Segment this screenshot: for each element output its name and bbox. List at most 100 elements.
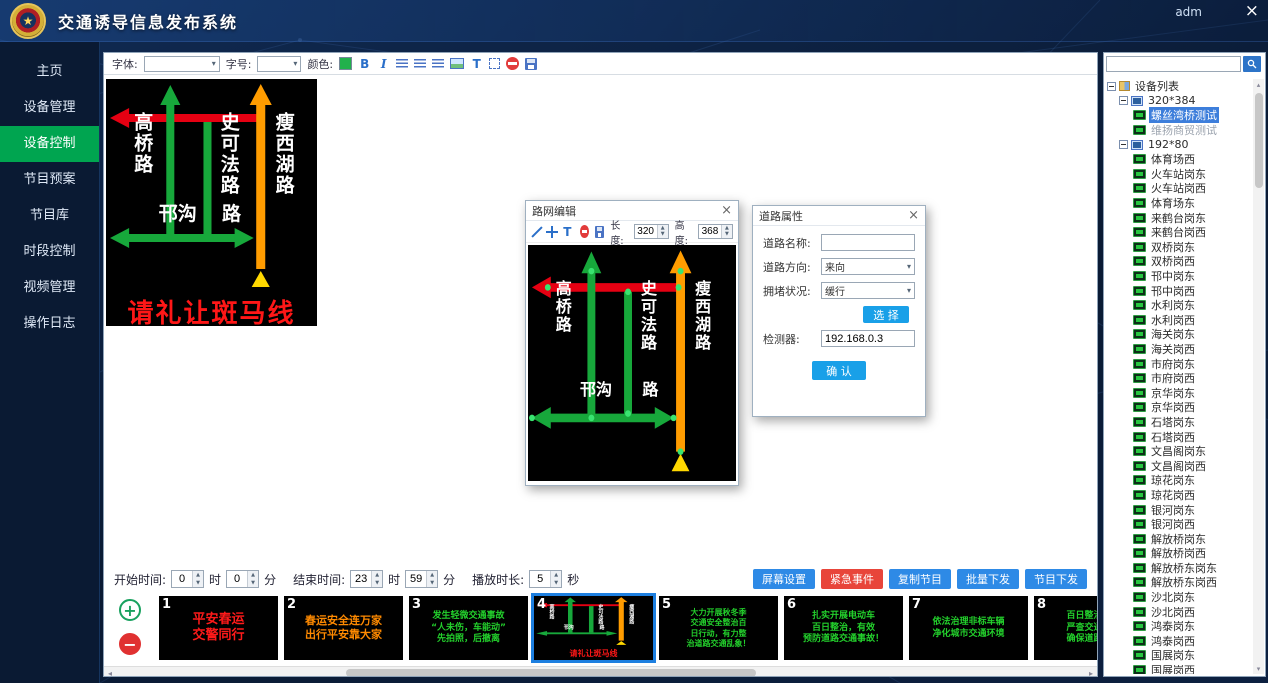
screen-settings-button[interactable]: 屏幕设置 <box>753 569 815 589</box>
end-hour-spinner[interactable] <box>350 570 383 588</box>
end-minute-input[interactable] <box>406 571 426 587</box>
tree-root-device-list[interactable]: 设备列表 <box>1106 79 1252 94</box>
device-item[interactable]: 解放桥东岗东 <box>1106 561 1252 576</box>
color-swatch[interactable] <box>339 57 352 70</box>
device-item[interactable]: 市府岗东 <box>1106 356 1252 371</box>
device-item[interactable]: 维扬商贸测试 <box>1106 123 1252 138</box>
device-item[interactable]: 文昌阁岗西 <box>1106 458 1252 473</box>
device-item[interactable]: 双桥岗西 <box>1106 254 1252 269</box>
emergency-event-button[interactable]: 紧急事件 <box>821 569 883 589</box>
start-hour-input[interactable] <box>172 571 192 587</box>
device-item[interactable]: 鸿泰岗东 <box>1106 619 1252 634</box>
font-size-select[interactable] <box>257 56 301 72</box>
spinner-arrows[interactable] <box>192 571 203 587</box>
end-minute-spinner[interactable] <box>405 570 438 588</box>
start-minute-input[interactable] <box>227 571 247 587</box>
delete-icon[interactable] <box>580 225 590 238</box>
user-label[interactable]: adm <box>1175 5 1202 19</box>
remove-program-button[interactable] <box>119 633 141 655</box>
spinner-arrows[interactable] <box>247 571 258 587</box>
end-hour-input[interactable] <box>351 571 371 587</box>
close-icon[interactable]: × <box>908 209 919 222</box>
align-right-icon[interactable] <box>432 59 444 69</box>
save-icon[interactable] <box>525 58 537 70</box>
device-item[interactable]: 水利岗西 <box>1106 313 1252 328</box>
horizontal-scrollbar-thumb[interactable] <box>346 669 756 677</box>
height-spinner[interactable] <box>698 224 733 239</box>
start-hour-spinner[interactable] <box>171 570 204 588</box>
length-input[interactable] <box>635 225 657 238</box>
program-thumbnail-6[interactable]: 6 扎实开展电动车 百日整治，有效 预防道路交通事故！ <box>784 596 903 660</box>
selection-frame-icon[interactable] <box>489 58 500 69</box>
congestion-select[interactable]: 缓行 <box>821 282 915 299</box>
device-item[interactable]: 火车站岗东 <box>1106 167 1252 182</box>
collapse-icon[interactable] <box>1107 82 1116 91</box>
device-item[interactable]: 螺丝湾桥测试 <box>1106 108 1252 123</box>
device-item[interactable]: 国展岗西 <box>1106 663 1252 674</box>
program-thumbnail-2[interactable]: 2 春运安全连万家 出行平安靠大家 <box>284 596 403 660</box>
sidebar-item-home[interactable]: 主页 <box>0 54 99 90</box>
tree-group-192x80[interactable]: 192*80 <box>1106 137 1252 152</box>
device-item[interactable]: 京华岗东 <box>1106 385 1252 400</box>
device-item[interactable]: 琼花岗西 <box>1106 488 1252 503</box>
spinner-arrows[interactable] <box>657 225 668 238</box>
detector-input[interactable] <box>821 330 915 347</box>
device-item[interactable]: 石塔岗东 <box>1106 415 1252 430</box>
collapse-icon[interactable] <box>1119 96 1128 105</box>
program-thumbnail-1[interactable]: 1 平安春运 交警同行 <box>159 596 278 660</box>
search-button[interactable] <box>1243 56 1261 72</box>
road-direction-select[interactable]: 来向 <box>821 258 915 275</box>
device-item[interactable]: 银河岗东 <box>1106 502 1252 517</box>
device-item[interactable]: 邗中岗西 <box>1106 283 1252 298</box>
program-thumbnail-5[interactable]: 5 大力开展秋冬季 交通安全整治百 日行动，有力整 治道路交通乱象！ <box>659 596 778 660</box>
select-detector-button[interactable]: 选 择 <box>863 306 909 323</box>
sidebar-item-time-control[interactable]: 时段控制 <box>0 234 99 270</box>
device-item[interactable]: 石塔岗西 <box>1106 429 1252 444</box>
sidebar-item-program-library[interactable]: 节目库 <box>0 198 99 234</box>
text-tool-button[interactable]: T <box>561 224 574 240</box>
spinner-arrows[interactable] <box>721 225 732 238</box>
close-icon[interactable]: × <box>721 204 732 217</box>
spinner-arrows[interactable] <box>371 571 382 587</box>
device-item[interactable]: 解放桥岗西 <box>1106 546 1252 561</box>
spinner-arrows[interactable] <box>550 571 561 587</box>
insert-image-icon[interactable] <box>450 58 464 69</box>
delete-icon[interactable] <box>506 57 519 70</box>
save-icon[interactable] <box>595 226 604 238</box>
duration-spinner[interactable] <box>529 570 562 588</box>
device-item[interactable]: 沙北岗西 <box>1106 604 1252 619</box>
road-network-diagram[interactable]: 高桥路 史可法路 瘦西湖路 邗沟 路 <box>528 245 736 481</box>
bold-button[interactable]: B <box>358 56 371 72</box>
device-search-input[interactable] <box>1106 56 1241 72</box>
device-item[interactable]: 邗中岗东 <box>1106 269 1252 284</box>
led-screen-preview[interactable]: 高桥路 史可法路 瘦西湖路 邗沟 路 请礼让斑马线 <box>106 79 317 326</box>
device-item[interactable]: 来鹤台岗西 <box>1106 225 1252 240</box>
device-item[interactable]: 来鹤台岗东 <box>1106 210 1252 225</box>
vertical-scrollbar[interactable] <box>1253 79 1264 674</box>
device-item[interactable]: 双桥岗东 <box>1106 240 1252 255</box>
program-thumbnail-4-selected[interactable]: 4 <box>534 596 653 660</box>
device-item[interactable]: 市府岗西 <box>1106 371 1252 386</box>
tree-group-320x384[interactable]: 320*384 <box>1106 94 1252 109</box>
device-item[interactable]: 琼花岗东 <box>1106 473 1252 488</box>
scroll-left-icon[interactable] <box>104 667 116 677</box>
dialog-titlebar[interactable]: 路网编辑 × <box>526 201 738 221</box>
align-center-icon[interactable] <box>414 59 426 69</box>
scroll-up-icon[interactable] <box>1253 79 1264 90</box>
program-thumbnail-3[interactable]: 3 发生轻微交通事故 “人未伤，车能动” 先拍照，后撤离 <box>409 596 528 660</box>
height-input[interactable] <box>699 225 721 238</box>
device-item[interactable]: 火车站岗西 <box>1106 181 1252 196</box>
collapse-icon[interactable] <box>1119 140 1128 149</box>
length-spinner[interactable] <box>634 224 669 239</box>
draw-line-icon[interactable] <box>531 226 540 238</box>
move-cross-icon[interactable] <box>546 226 555 238</box>
device-item[interactable]: 海关岗西 <box>1106 342 1252 357</box>
vertical-scrollbar-thumb[interactable] <box>1255 93 1263 188</box>
add-program-button[interactable] <box>119 599 141 621</box>
font-select[interactable] <box>144 56 220 72</box>
device-item[interactable]: 海关岗东 <box>1106 327 1252 342</box>
roadnet-edit-canvas[interactable]: 高桥路 史可法路 瘦西湖路 邗沟 路 <box>528 245 736 481</box>
device-item[interactable]: 鸿泰岗西 <box>1106 634 1252 649</box>
scroll-right-icon[interactable] <box>1085 667 1097 677</box>
device-item[interactable]: 水利岗东 <box>1106 298 1252 313</box>
